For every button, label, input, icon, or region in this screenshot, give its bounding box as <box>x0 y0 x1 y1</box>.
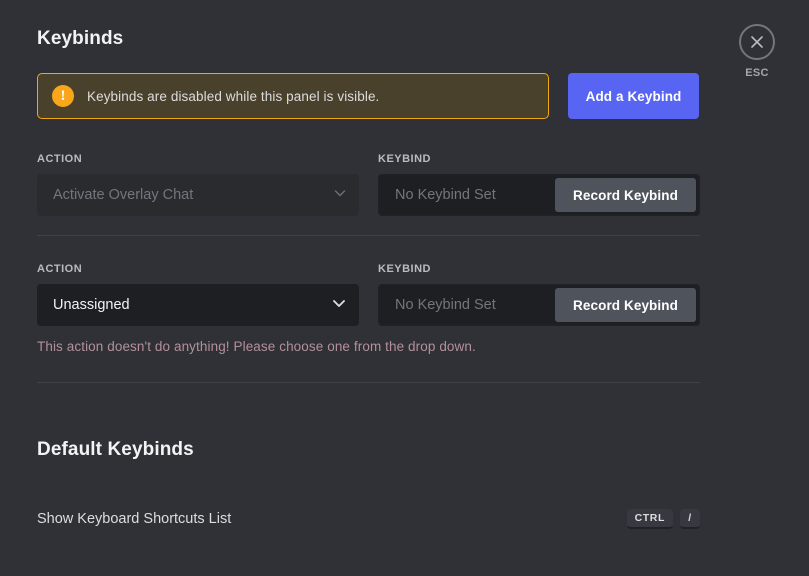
keybinds-settings-panel: ESC Keybinds ! Keybinds are disabled whi… <box>0 0 809 576</box>
action-column-label: ACTION <box>37 153 83 165</box>
warning-and-add-row: ! Keybinds are disabled while this panel… <box>37 73 700 119</box>
keybind-row-1-labels: ACTION KEYBIND <box>37 153 700 165</box>
keybind-column-label: KEYBIND <box>378 153 432 165</box>
default-keybind-keys: CTRL / <box>626 509 700 529</box>
close-x-icon <box>749 34 765 50</box>
keybind-row-1-fields: Activate Overlay Chat No Keybind Set Rec… <box>37 174 700 216</box>
exclamation-icon: ! <box>52 85 74 107</box>
default-keybind-row: Show Keyboard Shortcuts List CTRL / <box>37 507 700 531</box>
keybinds-disabled-warning: ! Keybinds are disabled while this panel… <box>37 73 549 119</box>
keycap-slash: / <box>680 509 700 529</box>
chevron-down-icon[interactable] <box>331 295 347 316</box>
action-select-1-value: Activate Overlay Chat <box>53 187 194 203</box>
page-title: Keybinds <box>37 28 124 49</box>
action-select-1: Activate Overlay Chat <box>37 174 359 216</box>
keybind-field-1[interactable]: No Keybind Set Record Keybind <box>378 174 700 216</box>
keybind-row-2-error: This action doesn't do anything! Please … <box>37 339 476 354</box>
action-column-label-2: ACTION <box>37 263 83 275</box>
keybind-row-2-labels: ACTION KEYBIND <box>37 263 700 275</box>
add-keybind-button[interactable]: Add a Keybind <box>568 73 699 119</box>
keybind-column-label-2: KEYBIND <box>378 263 432 275</box>
keycap-ctrl: CTRL <box>626 509 673 529</box>
divider-2 <box>37 382 700 383</box>
keybind-field-2-placeholder: No Keybind Set <box>395 297 496 313</box>
action-select-2-value: Unassigned <box>53 297 130 313</box>
close-icon-circle[interactable] <box>739 24 775 60</box>
default-keybinds-title: Default Keybinds <box>37 439 194 460</box>
chevron-down-icon <box>333 186 347 205</box>
record-keybind-button-2[interactable]: Record Keybind <box>555 288 696 322</box>
default-keybind-label: Show Keyboard Shortcuts List <box>37 511 232 527</box>
esc-label: ESC <box>745 67 769 79</box>
keybind-row-1: ACTION KEYBIND Activate Overlay Chat No … <box>37 153 700 216</box>
divider-1 <box>37 235 700 236</box>
action-select-2[interactable]: Unassigned <box>37 284 359 326</box>
keybind-row-2-fields: Unassigned No Keybind Set Record Keybind <box>37 284 700 326</box>
keybind-row-2: ACTION KEYBIND Unassigned No Keybind Set… <box>37 263 700 354</box>
warning-text: Keybinds are disabled while this panel i… <box>87 88 380 104</box>
keybind-field-1-placeholder: No Keybind Set <box>395 187 496 203</box>
record-keybind-button-1[interactable]: Record Keybind <box>555 178 696 212</box>
settings-content: Keybinds ! Keybinds are disabled while t… <box>37 0 700 531</box>
keybind-field-2[interactable]: No Keybind Set Record Keybind <box>378 284 700 326</box>
close-button[interactable]: ESC <box>727 24 787 79</box>
